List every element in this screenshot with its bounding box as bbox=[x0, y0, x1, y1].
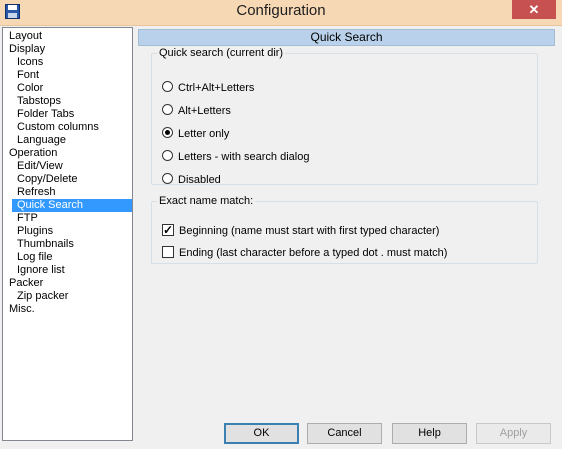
radio-button[interactable] bbox=[162, 104, 173, 115]
tree-item-display[interactable]: Display bbox=[7, 43, 47, 56]
cancel-button[interactable]: Cancel bbox=[307, 423, 382, 444]
tree-item-custom-columns[interactable]: Custom columns bbox=[15, 121, 101, 134]
tree-item-log-file[interactable]: Log file bbox=[15, 251, 54, 264]
radio-label: Letter only bbox=[178, 128, 230, 140]
tree-item-operation[interactable]: Operation bbox=[7, 147, 59, 160]
settings-tree[interactable]: Layout Display Icons Font Color Tabstops… bbox=[2, 27, 133, 441]
tree-item-quick-search[interactable]: Quick Search bbox=[12, 199, 132, 212]
tree-item-icons[interactable]: Icons bbox=[15, 56, 45, 69]
tree-item-misc[interactable]: Misc. bbox=[7, 303, 37, 316]
checkbox-checked[interactable] bbox=[162, 222, 174, 238]
radio-label: Letters - with search dialog bbox=[178, 151, 310, 163]
close-icon: ✕ bbox=[528, 2, 540, 17]
apply-button[interactable]: Apply bbox=[476, 423, 551, 444]
title-bar: Configuration ✕ bbox=[0, 0, 562, 26]
radio-button-selected[interactable] bbox=[162, 127, 173, 138]
help-button[interactable]: Help bbox=[392, 423, 467, 444]
tree-item-layout[interactable]: Layout bbox=[7, 30, 44, 43]
close-button[interactable]: ✕ bbox=[512, 0, 556, 19]
tree-item-language[interactable]: Language bbox=[15, 134, 68, 147]
ok-button[interactable]: OK bbox=[224, 423, 299, 444]
quick-search-group: Quick search (current dir) Ctrl+Alt+Lett… bbox=[151, 47, 538, 186]
radio-button[interactable] bbox=[162, 81, 173, 92]
tree-item-thumbnails[interactable]: Thumbnails bbox=[15, 238, 76, 251]
exact-match-legend: Exact name match: bbox=[159, 195, 254, 207]
tree-item-ftp[interactable]: FTP bbox=[15, 212, 40, 225]
radio-button[interactable] bbox=[162, 150, 173, 161]
quick-search-legend: Quick search (current dir) bbox=[159, 47, 284, 59]
tree-item-tabstops[interactable]: Tabstops bbox=[15, 95, 63, 108]
radio-label: Ctrl+Alt+Letters bbox=[178, 82, 255, 94]
radio-label: Alt+Letters bbox=[178, 105, 231, 117]
radio-button[interactable] bbox=[162, 173, 173, 184]
tree-item-plugins[interactable]: Plugins bbox=[15, 225, 55, 238]
tree-item-edit-view[interactable]: Edit/View bbox=[15, 160, 65, 173]
tree-item-folder-tabs[interactable]: Folder Tabs bbox=[15, 108, 76, 121]
tree-item-font[interactable]: Font bbox=[15, 69, 41, 82]
window-title: Configuration bbox=[236, 2, 326, 19]
tree-item-packer[interactable]: Packer bbox=[7, 277, 45, 290]
checkbox-unchecked[interactable] bbox=[162, 246, 174, 258]
exact-match-group: Exact name match: Beginning (name must s… bbox=[151, 195, 538, 264]
checkbox-label: Ending (last character before a typed do… bbox=[179, 247, 448, 259]
tree-item-color[interactable]: Color bbox=[15, 82, 45, 95]
tree-item-ignore-list[interactable]: Ignore list bbox=[15, 264, 67, 277]
page-header: Quick Search bbox=[138, 29, 555, 46]
tree-item-refresh[interactable]: Refresh bbox=[15, 186, 58, 199]
tree-item-copy-delete[interactable]: Copy/Delete bbox=[15, 173, 80, 186]
tree-item-zip-packer[interactable]: Zip packer bbox=[15, 290, 70, 303]
radio-label: Disabled bbox=[178, 174, 221, 186]
checkbox-label: Beginning (name must start with first ty… bbox=[179, 225, 440, 237]
